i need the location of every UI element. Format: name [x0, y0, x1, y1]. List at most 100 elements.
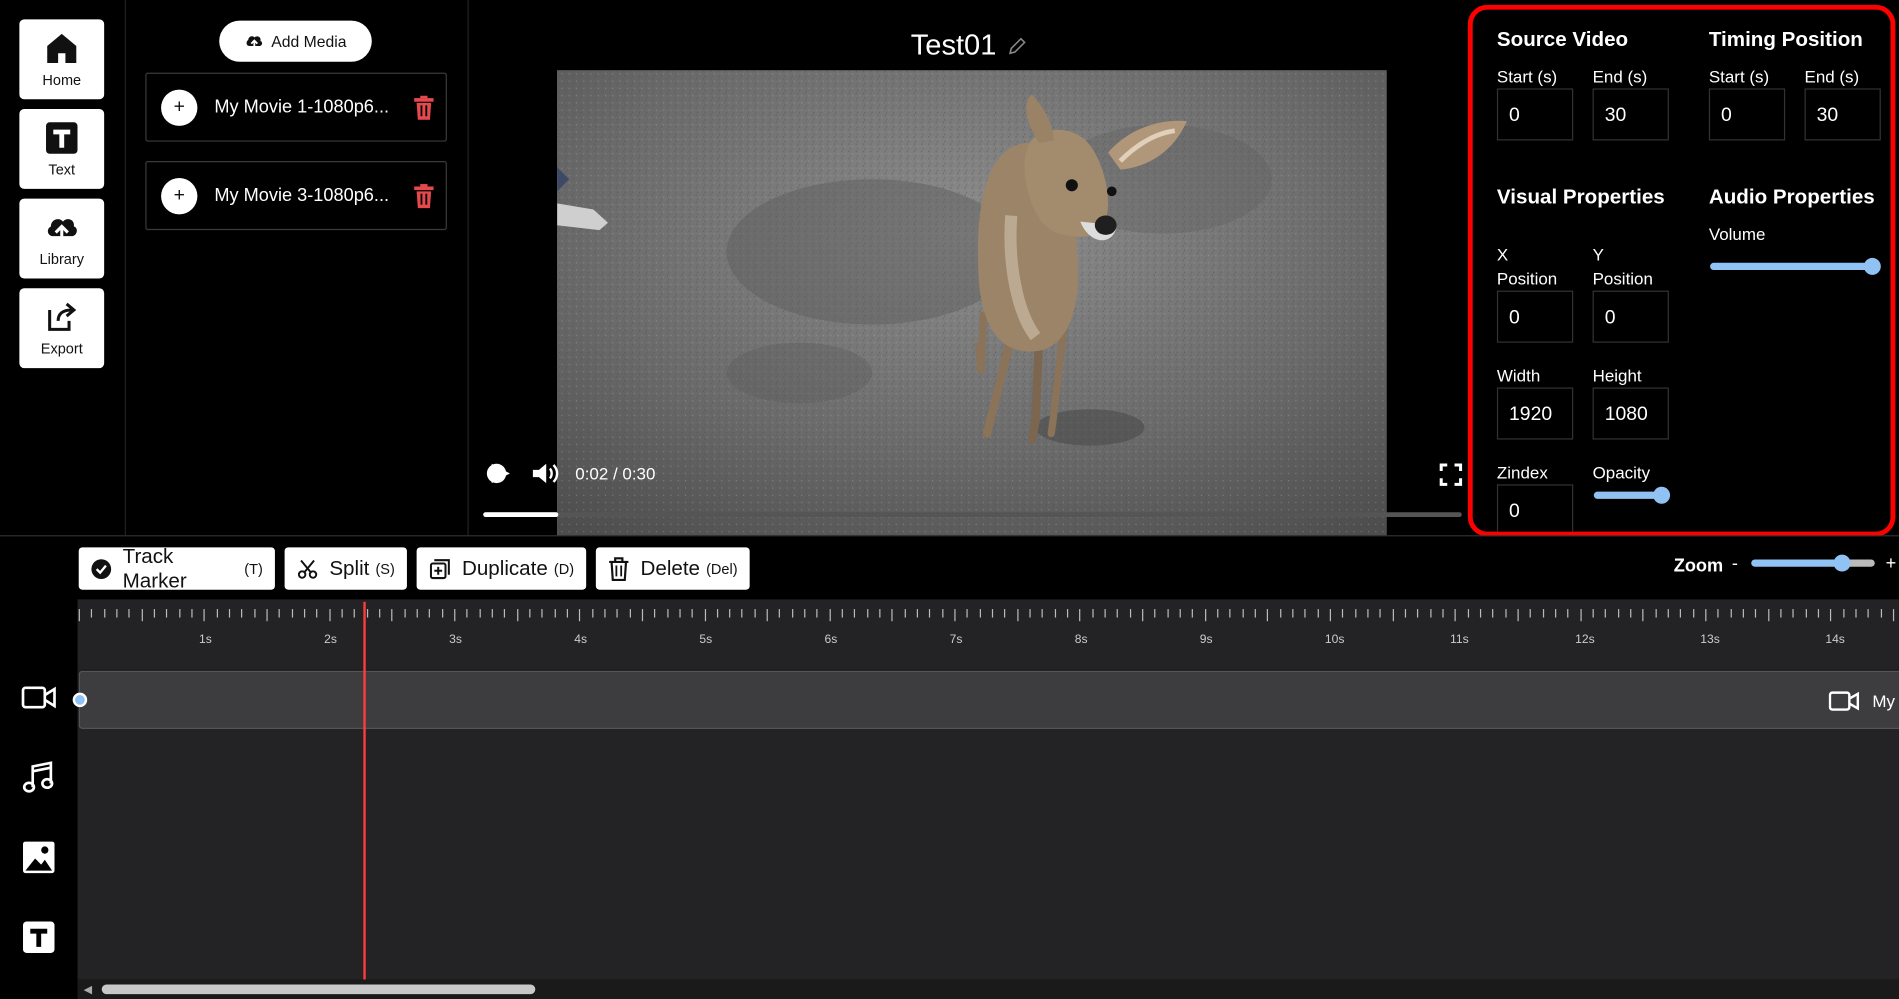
timing-start-input[interactable]: 0: [1708, 88, 1786, 141]
timeline-scrollbar[interactable]: ◀: [77, 979, 1899, 999]
ruler-tick: [291, 609, 293, 618]
x-position-input[interactable]: 0: [1496, 290, 1574, 343]
add-to-timeline-button[interactable]: +: [161, 177, 198, 214]
ruler-tick: [516, 609, 518, 622]
ruler-tick: [416, 609, 418, 618]
ruler-tick: [804, 609, 806, 618]
timing-end-label: End (s): [1804, 66, 1860, 86]
pencil-icon[interactable]: [1007, 36, 1026, 55]
media-item[interactable]: + My Movie 1-1080p6...: [145, 72, 447, 142]
ruler-tick: [879, 609, 881, 618]
clip-handle[interactable]: [72, 692, 88, 708]
ruler-tick: [1780, 609, 1782, 618]
nav-text-button[interactable]: Text: [19, 108, 105, 189]
clip-label: My: [1872, 691, 1895, 711]
ruler-tick: [141, 609, 143, 622]
width-label: Width: [1496, 365, 1541, 386]
volume-slider-handle[interactable]: [1863, 257, 1881, 275]
split-button[interactable]: Split (S): [284, 547, 407, 590]
timing-end-input[interactable]: 30: [1804, 88, 1881, 141]
ruler-tick: [1079, 609, 1081, 622]
text-track-icon[interactable]: [21, 919, 57, 955]
timeline-ruler[interactable]: [77, 599, 1899, 670]
ruler-tick: [241, 609, 243, 618]
height-input[interactable]: 1080: [1592, 387, 1669, 440]
video-preview[interactable]: [557, 70, 1387, 536]
duplicate-button[interactable]: Duplicate (D): [416, 547, 587, 590]
ruler-tick: [1892, 609, 1894, 622]
ruler-tick: [1842, 609, 1844, 618]
ruler-tick: [954, 609, 956, 622]
ruler-tick: [1504, 609, 1507, 618]
cloud-upload-icon: [246, 36, 262, 49]
visual-properties-heading: Visual Properties: [1496, 185, 1665, 209]
progress-bar[interactable]: [483, 512, 1462, 518]
scrollbar-thumb[interactable]: [101, 984, 536, 995]
source-end-input[interactable]: 30: [1592, 88, 1669, 141]
video-track-icon[interactable]: [21, 684, 57, 711]
delete-button[interactable]: Delete (Del): [595, 547, 750, 590]
ruler-tick: [891, 609, 894, 622]
image-track-icon[interactable]: [21, 839, 57, 875]
ruler-tick: [1067, 609, 1069, 618]
zoom-slider[interactable]: [1751, 554, 1875, 572]
trash-icon[interactable]: [413, 95, 435, 120]
media-item[interactable]: + My Movie 3-1080p6...: [145, 161, 447, 231]
progress-fill: [483, 512, 559, 518]
zindex-input[interactable]: 0: [1496, 484, 1574, 532]
ruler-tick: [1717, 609, 1719, 618]
ruler-tick: [616, 609, 618, 618]
ruler-tick: [1730, 609, 1732, 618]
ruler-tick-label: 14s: [1825, 633, 1845, 647]
video-clip[interactable]: My: [72, 670, 1899, 729]
opacity-slider[interactable]: [1593, 486, 1671, 504]
add-media-button[interactable]: Add Media: [219, 20, 372, 62]
source-start-input[interactable]: 0: [1496, 88, 1574, 141]
project-title: Test01: [910, 29, 997, 62]
ruler-tick: [966, 609, 969, 618]
ruler-tick: [1467, 609, 1469, 618]
zoom-in-button[interactable]: +: [1886, 553, 1897, 574]
ruler-tick-label: 5s: [699, 633, 713, 647]
width-input[interactable]: 1920: [1496, 387, 1574, 440]
ruler-tick: [1554, 609, 1557, 618]
play-icon[interactable]: [486, 460, 513, 487]
ruler-tick: [1304, 609, 1306, 618]
fullscreen-icon[interactable]: [1439, 463, 1463, 487]
ruler-tick: [1830, 609, 1832, 622]
ruler-tick: [91, 609, 93, 618]
nav-export-button[interactable]: Export: [19, 288, 105, 369]
add-to-timeline-button[interactable]: +: [161, 89, 198, 126]
playhead[interactable]: [362, 601, 366, 980]
scroll-left-icon[interactable]: ◀: [84, 983, 92, 996]
opacity-slider-handle[interactable]: [1653, 486, 1671, 504]
ruler-tick: [1680, 609, 1682, 618]
nav-home-button[interactable]: Home: [19, 19, 105, 100]
ruler-tick: [1017, 609, 1019, 622]
ruler-tick: [1292, 609, 1294, 618]
volume-slider[interactable]: [1710, 257, 1881, 275]
nav-library-button[interactable]: Library: [19, 198, 105, 279]
track-marker-button[interactable]: Track Marker (T): [78, 544, 275, 592]
ruler-tick: [1279, 609, 1281, 618]
ruler-tick: [1129, 609, 1131, 618]
ruler-tick: [1742, 609, 1744, 618]
volume-icon[interactable]: [530, 460, 559, 487]
ruler-tick: [303, 609, 306, 618]
trash-icon[interactable]: [413, 183, 435, 208]
ruler-tick: [541, 609, 543, 618]
y-position-input[interactable]: 0: [1592, 290, 1669, 343]
ruler-tick: [378, 609, 381, 618]
ruler-tick: [1242, 609, 1244, 618]
ruler-tick: [328, 609, 331, 622]
zoom-out-button[interactable]: -: [1732, 553, 1738, 574]
plus-icon: +: [173, 184, 185, 206]
ruler-tick: [1404, 609, 1407, 618]
ruler-tick: [266, 609, 268, 622]
ruler-tick: [1479, 609, 1482, 618]
opacity-slider-track: [1593, 491, 1662, 499]
ruler-tick: [604, 609, 606, 618]
ruler-tick: [791, 609, 794, 618]
music-track-icon[interactable]: [21, 759, 57, 795]
ruler-tick: [1267, 609, 1269, 622]
